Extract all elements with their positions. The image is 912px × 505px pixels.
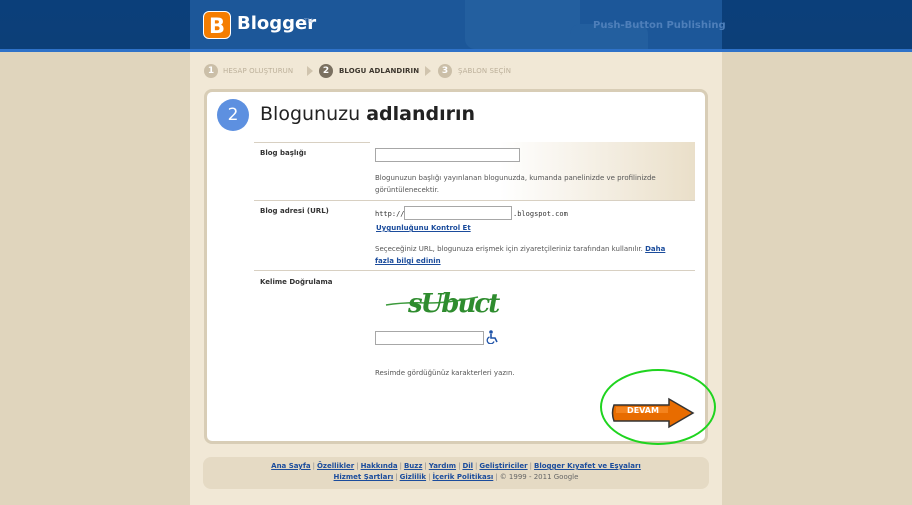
captcha-input[interactable] <box>375 331 484 345</box>
title-bold: adlandırın <box>366 103 475 125</box>
footer-link-terms[interactable]: Hizmet Şartları <box>334 473 394 481</box>
header-decoration <box>465 0 580 49</box>
step-number: 3 <box>438 64 452 78</box>
help-text: Seçeceğiniz URL, blogunuza erişmek için … <box>375 245 643 253</box>
footer-link-content-policy[interactable]: İçerik Politikası <box>432 473 493 481</box>
footer-links-row1: Ana Sayfa | Özellikler | Hakkında | Buzz | Yardı… <box>271 462 641 470</box>
continue-button-label[interactable]: DEVAM <box>613 406 673 415</box>
captcha-text: sUbuct <box>407 289 500 319</box>
step-arrow-icon <box>307 66 313 76</box>
step-number-active: 2 <box>319 64 333 78</box>
footer-link-store[interactable]: Blogger Kıyafet ve Eşyaları <box>534 462 641 470</box>
word-verification-label: Kelime Doğrulama <box>260 278 333 286</box>
footer-link-privacy[interactable]: Gizlilik <box>400 473 426 481</box>
captcha-image: sUbuct <box>385 289 500 319</box>
footer-link-developers[interactable]: Geliştiriciler <box>479 462 527 470</box>
accessibility-icon[interactable] <box>486 330 498 344</box>
footer-link-help[interactable]: Yardım <box>429 462 456 470</box>
blog-title-label: Blog başlığı <box>260 149 307 157</box>
blog-address-input[interactable] <box>404 206 512 220</box>
blog-title-input[interactable] <box>375 148 520 162</box>
footer-link-language[interactable]: Dil <box>462 462 473 470</box>
row-divider <box>254 270 695 271</box>
logo-letter: B <box>208 14 225 38</box>
page-title: Blogunuzu adlandırın <box>260 103 475 125</box>
blog-address-help: Seçeceğiniz URL, blogunuza erişmek için … <box>375 243 680 267</box>
step-arrow-icon <box>425 66 431 76</box>
footer-link-home[interactable]: Ana Sayfa <box>271 462 310 470</box>
step-badge: 2 <box>217 99 249 131</box>
title-normal: Blogunuzu <box>260 103 361 125</box>
footer-link-buzz[interactable]: Buzz <box>404 462 422 470</box>
captcha-help: Resimde gördüğünüz karakterleri yazın. <box>375 369 515 377</box>
footer-link-features[interactable]: Özellikler <box>317 462 354 470</box>
step-number: 1 <box>204 64 218 78</box>
blog-address-label: Blog adresi (URL) <box>260 207 329 215</box>
check-availability-link[interactable]: Uygunluğunu Kontrol Et <box>376 224 471 232</box>
blog-title-help: Blogunuzun başlığı yayınlanan blogunuzda… <box>375 174 656 194</box>
copyright: © 1999 - 2011 Google <box>499 473 579 481</box>
url-suffix: .blogspot.com <box>513 210 568 218</box>
blogger-logo-icon[interactable]: B <box>203 11 231 39</box>
step-label: HESAP OLUŞTURUN <box>223 67 294 75</box>
footer-links-row2: Hizmet Şartları | Gizlilik | İçerik Politika… <box>333 473 579 481</box>
step-label: ŞABLON SEÇİN <box>458 67 512 75</box>
row-divider <box>254 200 695 201</box>
step-label-active: BLOGU ADLANDIRIN <box>339 67 420 75</box>
url-prefix: http:// <box>375 210 405 218</box>
footer-link-about[interactable]: Hakkında <box>361 462 398 470</box>
logo-trademark: TM <box>304 18 313 25</box>
tagline: Push-Button Publishing <box>593 20 726 31</box>
